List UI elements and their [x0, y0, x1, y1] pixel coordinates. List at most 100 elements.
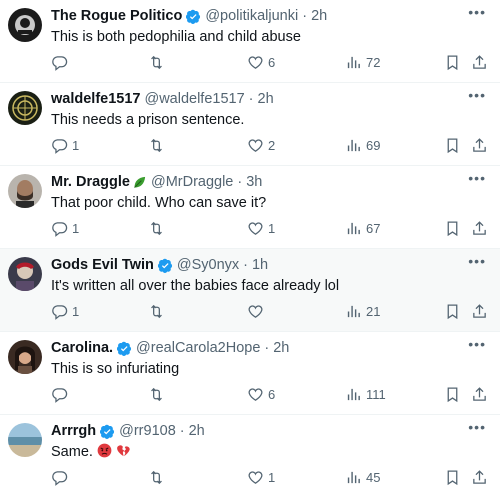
reply-button[interactable]: 1	[51, 301, 79, 321]
reply-button[interactable]	[51, 467, 72, 487]
heart-icon	[248, 304, 263, 318]
user-handle[interactable]: @rr9108	[119, 423, 176, 439]
angry-face-emoji-icon	[97, 443, 112, 458]
bookmark-button[interactable]	[444, 135, 461, 155]
retweet-button[interactable]	[148, 52, 169, 72]
reply-button[interactable]: 1	[51, 218, 79, 238]
timestamp[interactable]: 2h	[311, 8, 327, 24]
more-options-icon[interactable]: •••	[468, 419, 486, 435]
timestamp[interactable]: 3h	[246, 174, 262, 190]
avatar[interactable]	[8, 8, 42, 42]
display-name[interactable]: Arrrgh	[51, 423, 96, 439]
reply-tweet[interactable]: The Rogue Politico @politikaljunki · 2h …	[0, 0, 500, 83]
reply-count: 1	[72, 220, 80, 236]
views-button[interactable]: 111	[345, 384, 386, 404]
broken-heart-emoji-icon	[117, 445, 130, 457]
views-button[interactable]: 72	[345, 52, 380, 72]
share-icon	[473, 220, 486, 235]
timestamp[interactable]: 1h	[252, 257, 268, 273]
views-button[interactable]: 21	[345, 301, 380, 321]
like-button[interactable]: 6	[247, 384, 275, 404]
retweet-button[interactable]	[148, 135, 169, 155]
tweet-text: This is so infuriating	[51, 361, 180, 377]
reply-button[interactable]	[51, 384, 72, 404]
reply-icon	[52, 221, 68, 237]
share-button[interactable]	[471, 384, 488, 404]
separator-dot: ·	[264, 340, 270, 356]
view-count: 21	[366, 303, 381, 319]
user-handle[interactable]: @waldelfe1517	[144, 91, 244, 107]
share-button[interactable]	[471, 135, 488, 155]
heart-icon	[248, 55, 263, 69]
avatar[interactable]	[8, 423, 42, 457]
more-options-icon[interactable]: •••	[468, 170, 486, 186]
separator-dot: ·	[302, 8, 308, 24]
reply-tweet[interactable]: Arrrgh @rr9108 · 2h Same. ••• 1 45	[0, 415, 500, 498]
more-options-icon[interactable]: •••	[468, 87, 486, 103]
avatar[interactable]	[8, 257, 42, 291]
reply-tweet[interactable]: Mr. Draggle @MrDraggle · 3h That poor ch…	[0, 166, 500, 249]
user-handle[interactable]: @Sy0nyx	[177, 257, 239, 273]
heart-icon	[248, 138, 263, 152]
reply-tweet[interactable]: Gods Evil Twin @Sy0nyx · 1h It's written…	[0, 249, 500, 332]
share-button[interactable]	[471, 467, 488, 487]
display-name[interactable]: Carolina.	[51, 340, 113, 356]
bookmark-button[interactable]	[444, 218, 461, 238]
like-button[interactable]	[247, 301, 268, 321]
like-button[interactable]: 6	[247, 52, 275, 72]
retweet-icon	[151, 55, 162, 69]
reply-button[interactable]	[51, 52, 72, 72]
like-button[interactable]: 2	[247, 135, 275, 155]
avatar[interactable]	[8, 174, 42, 208]
retweet-button[interactable]	[148, 467, 169, 487]
user-handle[interactable]: @MrDraggle	[151, 174, 233, 190]
user-handle[interactable]: @politikaljunki	[205, 8, 298, 24]
display-name[interactable]: Mr. Draggle	[51, 174, 130, 190]
retweet-button[interactable]	[148, 384, 169, 404]
bookmark-button[interactable]	[444, 467, 461, 487]
retweet-icon	[151, 387, 162, 401]
bookmark-button[interactable]	[444, 52, 461, 72]
like-count: 2	[268, 137, 276, 153]
verified-badge-icon	[186, 9, 201, 24]
avatar[interactable]	[8, 91, 42, 125]
more-options-icon[interactable]: •••	[468, 4, 486, 20]
display-name[interactable]: The Rogue Politico	[51, 8, 182, 24]
retweet-button[interactable]	[148, 301, 169, 321]
tweet-text: It's written all over the babies face al…	[51, 278, 340, 294]
reply-button[interactable]: 1	[51, 135, 79, 155]
timestamp[interactable]: 2h	[189, 423, 205, 439]
share-button[interactable]	[471, 218, 488, 238]
avatar[interactable]	[8, 340, 42, 374]
user-handle[interactable]: @realCarola2Hope	[136, 340, 260, 356]
reply-icon	[52, 470, 68, 486]
retweet-button[interactable]	[148, 218, 169, 238]
share-button[interactable]	[471, 301, 488, 321]
share-icon	[473, 54, 486, 69]
views-button[interactable]: 69	[345, 135, 380, 155]
reply-tweet[interactable]: waldelfe1517 @waldelfe1517 · 2h This nee…	[0, 83, 500, 166]
bookmark-icon	[447, 137, 458, 153]
retweet-icon	[151, 221, 162, 235]
like-button[interactable]: 1	[247, 218, 275, 238]
separator-dot: ·	[179, 423, 185, 439]
display-name[interactable]: waldelfe1517	[51, 91, 140, 107]
bookmark-button[interactable]	[444, 301, 461, 321]
verified-badge-icon	[157, 258, 172, 273]
bookmark-icon	[447, 303, 458, 319]
more-options-icon[interactable]: •••	[468, 336, 486, 352]
reply-icon	[52, 138, 68, 154]
bookmark-button[interactable]	[444, 384, 461, 404]
share-button[interactable]	[471, 52, 488, 72]
display-name[interactable]: Gods Evil Twin	[51, 257, 154, 273]
timestamp[interactable]: 2h	[273, 340, 289, 356]
like-button[interactable]: 1	[247, 467, 275, 487]
bookmark-icon	[447, 386, 458, 402]
reply-tweet[interactable]: Carolina. @realCarola2Hope · 2h This is …	[0, 332, 500, 415]
views-button[interactable]: 67	[345, 218, 380, 238]
more-options-icon[interactable]: •••	[468, 253, 486, 269]
timestamp[interactable]: 2h	[258, 91, 274, 107]
views-button[interactable]: 45	[345, 467, 380, 487]
view-count: 111	[366, 386, 386, 402]
leaf-emoji-icon	[134, 176, 146, 188]
